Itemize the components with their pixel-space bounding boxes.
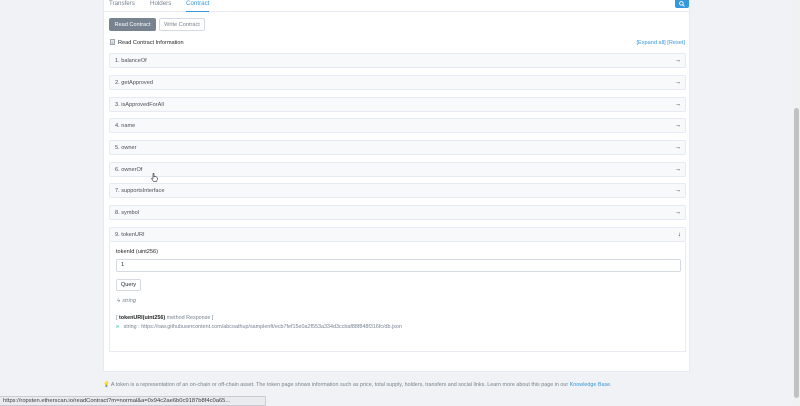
lightbulb-icon: 💡 (103, 382, 110, 388)
read-contract-button[interactable]: Read Contract (109, 18, 156, 31)
function-label: 5. owner (115, 145, 137, 151)
response-url[interactable]: https://raw.githubusercontent.com/abcoat… (141, 324, 402, 330)
arrow-right-icon: → (674, 57, 682, 64)
function-label: 4. name (115, 123, 136, 129)
tab-bar: Transfers Holders Contract (104, 0, 689, 12)
contract-card: Transfers Holders Contract Read Contract… (103, 0, 690, 372)
status-bar-url: https://ropsten.etherscan.io/readContrac… (0, 396, 266, 406)
read-contract-info: Read Contract Information [Expand all] [… (110, 39, 685, 47)
tokenuri-panel: tokenId (uint256) 1 Query ↳ string [ tok… (109, 242, 686, 352)
footer-note: 💡 A token is a representation of an on-c… (103, 382, 612, 388)
function-row-getapproved[interactable]: 2. getApproved → (109, 75, 686, 90)
document-icon (110, 39, 115, 47)
tab-holders[interactable]: Holders (150, 0, 171, 12)
write-contract-button[interactable]: Write Contract (159, 18, 205, 31)
query-button[interactable]: Query (116, 279, 141, 291)
function-row-supportsinterface[interactable]: 7. supportsInterface → (109, 183, 686, 198)
function-label: 2. getApproved (115, 80, 153, 86)
read-contract-info-title: Read Contract Information (118, 40, 184, 46)
double-chevron-icon: » (116, 324, 119, 330)
expand-all-link[interactable]: [Expand all] (636, 40, 665, 46)
arrow-down-icon: ↓ (677, 231, 681, 238)
reset-link[interactable]: [Reset] (667, 40, 685, 46)
param-label: tokenId (uint256) (116, 249, 158, 255)
arrow-right-icon: → (674, 79, 682, 86)
return-type: ↳ string (116, 298, 136, 304)
arrow-right-icon: → (674, 187, 682, 194)
function-label: 8. symbol (115, 210, 139, 216)
response-header: [ tokenURI(uint256) method Response ] (116, 315, 214, 321)
function-row-tokenuri[interactable]: 9. tokenURI ↓ (109, 227, 686, 242)
response-value: » string : https://raw.githubusercontent… (116, 324, 402, 330)
function-label: 1. balanceOf (115, 58, 147, 64)
function-label: 6. ownerOf (115, 167, 143, 173)
function-row-symbol[interactable]: 8. symbol → (109, 205, 686, 220)
arrow-right-icon: → (674, 166, 682, 173)
knowledge-base-link[interactable]: Knowledge Base. (570, 382, 612, 388)
function-row-owner[interactable]: 5. owner → (109, 140, 686, 155)
arrow-right-icon: → (674, 209, 682, 216)
function-label: 9. tokenURI (115, 232, 145, 238)
function-row-balanceof[interactable]: 1. balanceOf → (109, 53, 686, 68)
arrow-right-icon: → (674, 101, 682, 108)
response-fn: tokenURI(uint256) (119, 315, 166, 321)
hand-cursor-icon (151, 173, 158, 182)
function-row-ownerof[interactable]: 6. ownerOf → (109, 162, 686, 177)
tab-contract[interactable]: Contract (186, 0, 210, 12)
function-label: 7. supportsInterface (115, 188, 165, 194)
arrow-right-icon: → (674, 144, 682, 151)
scrollbar[interactable] (793, 0, 800, 406)
arrow-right-icon: → (674, 122, 682, 129)
tab-transfers[interactable]: Transfers (109, 0, 135, 12)
function-row-isapprovedforall[interactable]: 3. isApprovedForAll → (109, 97, 686, 112)
search-icon (679, 1, 685, 7)
search-button[interactable] (675, 0, 689, 8)
function-label: 3. isApprovedForAll (115, 102, 164, 108)
scroll-thumb[interactable] (794, 108, 799, 398)
tokenid-input[interactable]: 1 (116, 259, 681, 272)
function-row-name[interactable]: 4. name → (109, 118, 686, 133)
